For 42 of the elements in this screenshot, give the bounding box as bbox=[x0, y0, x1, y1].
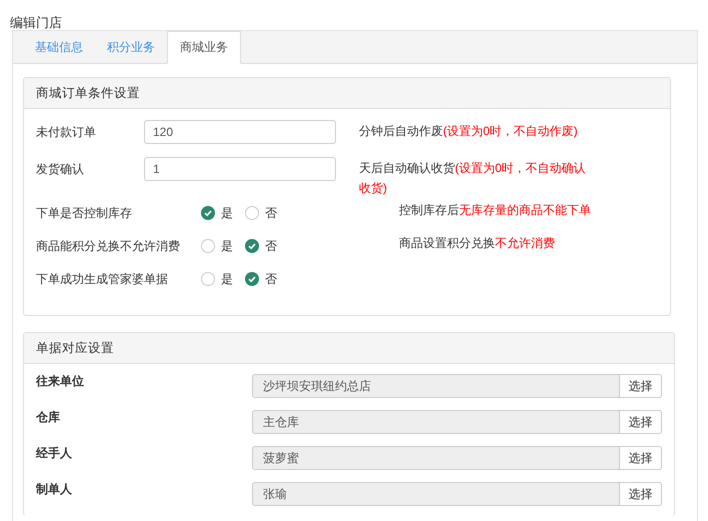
check-icon bbox=[203, 208, 213, 218]
field-label: 未付款订单 bbox=[36, 124, 97, 141]
radio-button[interactable] bbox=[245, 206, 259, 220]
input-field[interactable]: 120 bbox=[144, 120, 336, 144]
panel-header: 商城订单条件设置 bbox=[24, 78, 670, 109]
input-field[interactable]: 沙坪坝安琪纽约总店 bbox=[252, 374, 620, 398]
check-icon bbox=[247, 241, 257, 251]
hint-text: 天后自动确认收货(设置为0时，不自动确认收货) bbox=[359, 160, 587, 197]
select-button[interactable]: 选择 bbox=[620, 482, 662, 506]
field-label: 下单是否控制库存 bbox=[36, 205, 133, 221]
hint-text: 控制库存后无库存量的商品不能下单 bbox=[399, 202, 592, 218]
tab[interactable]: 商城业务 bbox=[167, 31, 241, 64]
radio-label: 否 bbox=[265, 205, 277, 221]
page-title: 编辑门店 bbox=[9, 14, 63, 30]
select-button[interactable]: 选择 bbox=[620, 410, 662, 434]
radio-label: 是 bbox=[221, 205, 233, 221]
radio-button[interactable] bbox=[201, 206, 215, 220]
radio-label: 否 bbox=[265, 238, 277, 254]
field-label: 下单成功生成管家婆单据 bbox=[36, 271, 169, 287]
select-button[interactable]: 选择 bbox=[620, 446, 662, 470]
radio-button[interactable] bbox=[201, 272, 215, 286]
field-label: 往来单位 bbox=[36, 373, 85, 390]
radio-button[interactable] bbox=[245, 272, 259, 286]
hint-text: 商品设置积分兑换不允许消费 bbox=[399, 235, 556, 251]
field-label: 制单人 bbox=[36, 481, 73, 498]
field-label: 发货确认 bbox=[36, 161, 85, 178]
field-label: 经手人 bbox=[36, 445, 73, 462]
radio-label: 是 bbox=[221, 238, 233, 254]
input-field[interactable]: 1 bbox=[144, 157, 336, 181]
radio-label: 否 bbox=[265, 271, 277, 287]
input-field[interactable]: 张瑜 bbox=[252, 482, 620, 506]
field-label: 仓库 bbox=[36, 409, 61, 426]
select-button[interactable]: 选择 bbox=[620, 374, 662, 398]
panel-header: 单据对应设置 bbox=[24, 333, 674, 364]
input-field[interactable]: 菠萝蜜 bbox=[252, 446, 620, 470]
radio-button[interactable] bbox=[201, 239, 215, 253]
input-field[interactable]: 主仓库 bbox=[252, 410, 620, 434]
radio-label: 是 bbox=[221, 271, 233, 287]
radio-button[interactable] bbox=[245, 239, 259, 253]
field-label: 商品能积分兑换不允许消费 bbox=[36, 238, 181, 254]
hint-text: 分钟后自动作废(设置为0时，不自动作废) bbox=[359, 123, 579, 140]
check-icon bbox=[247, 274, 257, 284]
